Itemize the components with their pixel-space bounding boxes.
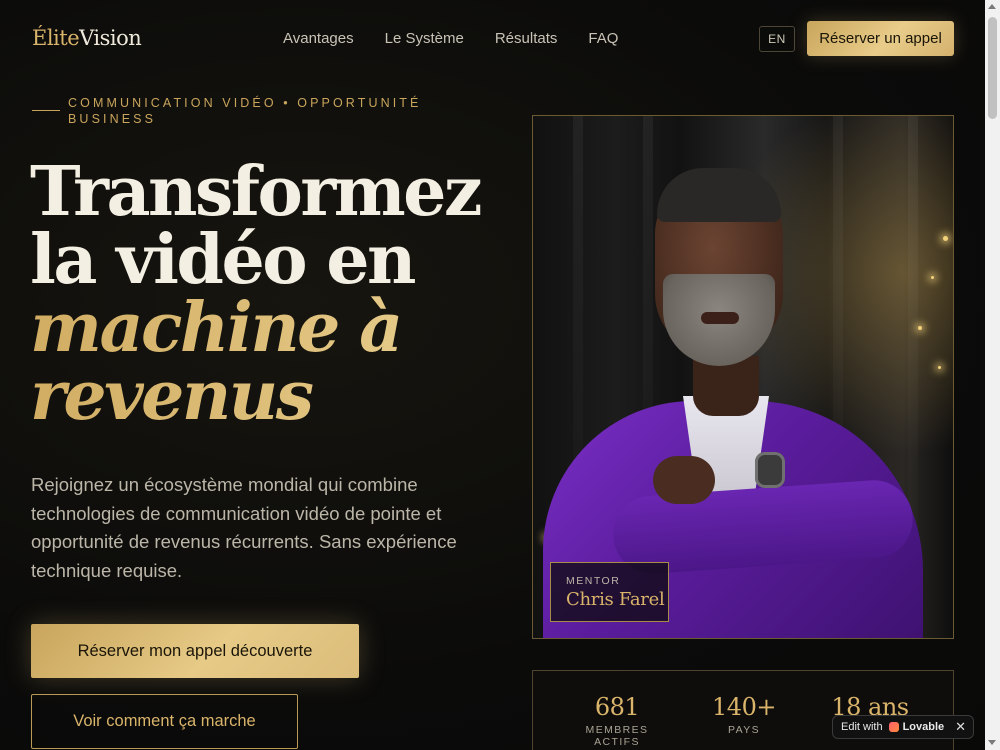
headline-line-3: machine à — [30, 294, 480, 362]
badge-text: Edit with — [841, 721, 883, 733]
nav-link-resultats[interactable]: Résultats — [495, 30, 558, 47]
lovable-heart-icon — [888, 722, 899, 732]
logo-part-elite: Élite — [32, 26, 80, 50]
language-toggle-button[interactable]: EN — [759, 26, 795, 52]
mentor-role: MENTOR — [566, 575, 621, 587]
mouth — [701, 312, 739, 324]
book-call-button[interactable]: Réserver un appel — [807, 21, 954, 56]
scroll-up-arrow-icon[interactable] — [988, 4, 996, 9]
edit-with-lovable-badge[interactable]: Edit with Lovable ✕ — [832, 715, 974, 739]
nav-link-avantages[interactable]: Avantages — [283, 30, 354, 47]
badge-brand: Lovable — [902, 721, 945, 733]
nav-link-le-systeme[interactable]: Le Système — [385, 30, 464, 47]
stat-members: 681 MEMBRES ACTIFS — [569, 693, 665, 748]
hero-description: Rejoignez un écosystème mondial qui comb… — [31, 474, 457, 581]
page-scrollbar[interactable] — [985, 0, 1000, 750]
light-sparkle — [918, 326, 922, 330]
headline-line-1: Transformez — [30, 152, 483, 232]
wristwatch-icon — [755, 452, 785, 488]
brand-logo[interactable]: ÉliteVision — [32, 26, 142, 50]
light-sparkle — [938, 366, 941, 369]
book-discovery-call-button[interactable]: Réserver mon appel découverte — [31, 624, 359, 678]
hand-with-ring — [653, 456, 715, 504]
mentor-portrait: MENTOR Chris Farel — [532, 115, 954, 639]
how-it-works-button[interactable]: Voir comment ça marche — [31, 694, 298, 749]
nav-link-faq[interactable]: FAQ — [588, 30, 618, 47]
eyebrow-divider — [32, 110, 60, 111]
stat-label: PAYS — [727, 724, 761, 736]
top-navigation: ÉliteVision Avantages Le Système Résulta… — [0, 0, 985, 78]
headline-line-2: la vidéo en — [30, 220, 416, 300]
scrollbar-thumb[interactable] — [988, 17, 997, 119]
close-icon[interactable]: ✕ — [955, 719, 966, 735]
mentor-name: Chris Farel — [566, 589, 665, 610]
stat-countries: 140+ PAYS — [703, 693, 785, 736]
logo-part-vision: Vision — [79, 26, 142, 50]
scroll-down-arrow-icon[interactable] — [988, 740, 996, 745]
hero-headline: Transformez la vidéo en machine à revenu… — [30, 152, 483, 430]
light-sparkle — [931, 276, 934, 279]
light-sparkle — [943, 236, 948, 241]
stat-value: 140+ — [712, 693, 776, 721]
hero-eyebrow: COMMUNICATION VIDÉO • OPPORTUNITÉ BUSINE… — [68, 96, 422, 126]
stat-label: MEMBRES ACTIFS — [585, 724, 649, 748]
stat-value: 681 — [594, 693, 640, 721]
hair — [657, 168, 781, 222]
mentor-name-tag: MENTOR Chris Farel — [550, 562, 669, 622]
headline-line-4: revenus — [30, 362, 480, 430]
nav-links: Avantages Le Système Résultats FAQ — [283, 30, 618, 47]
